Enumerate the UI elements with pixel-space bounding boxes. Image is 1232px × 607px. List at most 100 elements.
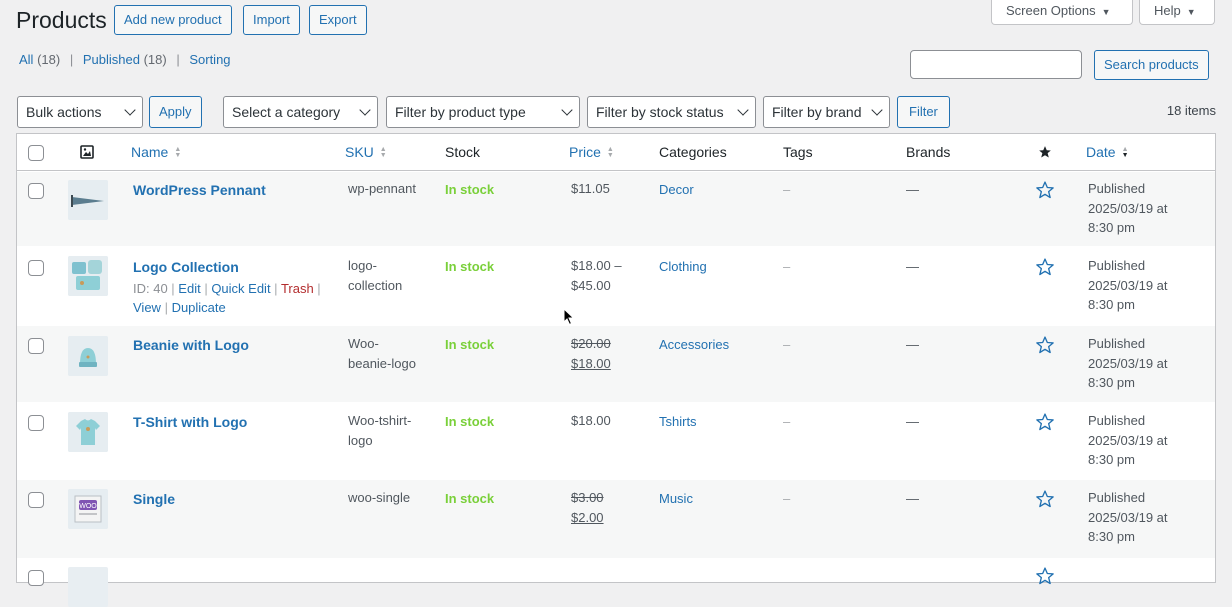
tags-value: – xyxy=(783,337,791,352)
row-checkbox[interactable] xyxy=(28,338,44,354)
chevron-down-icon xyxy=(871,104,883,116)
table-row: T-Shirt with Logo Woo-tshirt- logo In st… xyxy=(17,402,1215,480)
product-name-link[interactable]: T-Shirt with Logo xyxy=(133,414,247,430)
items-count: 18 items xyxy=(1166,103,1216,118)
bulk-actions-value: Bulk actions xyxy=(26,104,102,120)
table-row: Beanie with Logo Woo- beanie-logo In sto… xyxy=(17,326,1215,402)
table-row: WordPress Pennant wp-pennant In stock $1… xyxy=(17,172,1215,246)
featured-star-icon[interactable] xyxy=(1035,489,1055,509)
featured-star-icon[interactable] xyxy=(1035,257,1055,277)
brands-value: — xyxy=(906,491,919,506)
featured-column-icon xyxy=(1038,145,1052,162)
sku-line: collection xyxy=(348,277,403,293)
view-all-link[interactable]: All xyxy=(19,52,33,67)
date-cell: Published 2025/03/19 at 8:30 pm xyxy=(1088,488,1198,547)
select-all-checkbox[interactable] xyxy=(28,145,44,161)
search-input[interactable] xyxy=(910,50,1082,79)
product-name-link[interactable]: WordPress Pennant xyxy=(133,182,266,198)
pennant-image[interactable] xyxy=(68,180,108,220)
column-price[interactable]: Price ▲ ▼ xyxy=(569,144,614,160)
featured-star-icon[interactable] xyxy=(1035,335,1055,355)
category-select[interactable]: Select a category xyxy=(223,96,378,128)
featured-star-icon[interactable] xyxy=(1035,566,1055,586)
sale-price: $18.00 xyxy=(571,355,611,371)
date-cell: Published 2025/03/19 at 8:30 pm xyxy=(1088,334,1198,393)
edit-link[interactable]: Edit xyxy=(178,281,200,296)
category-link[interactable]: Music xyxy=(659,491,693,506)
product-image[interactable] xyxy=(68,567,108,607)
sku: logo- collection xyxy=(348,256,402,295)
sort-icon: ▲ ▼ xyxy=(606,146,614,160)
search-products-button[interactable]: Search products xyxy=(1094,50,1209,80)
date-cell: Published 2025/03/19 at 8:30 pm xyxy=(1088,179,1198,238)
sku-line: beanie-logo xyxy=(348,355,416,371)
category-link[interactable]: Clothing xyxy=(659,259,707,274)
screen-options-tab[interactable]: Screen Options ▼ xyxy=(991,0,1133,25)
import-button[interactable]: Import xyxy=(243,5,300,35)
product-type-value: Filter by product type xyxy=(395,104,526,120)
brands-value: — xyxy=(906,182,919,197)
regular-price: $3.00 xyxy=(571,490,604,505)
product-name-link[interactable]: Single xyxy=(133,491,175,507)
view-published-link[interactable]: Published xyxy=(83,52,140,67)
logo-collection-image[interactable] xyxy=(68,256,108,296)
featured-star-icon[interactable] xyxy=(1035,412,1055,432)
quick-edit-link[interactable]: Quick Edit xyxy=(211,281,270,296)
sku-line: Woo- xyxy=(348,336,379,351)
column-name[interactable]: Name ▲ ▼ xyxy=(131,144,181,160)
sort-desc-icon: ▲ ▼ xyxy=(1121,146,1129,160)
category-link[interactable]: Accessories xyxy=(659,337,729,352)
view-link[interactable]: View xyxy=(133,300,161,315)
stock-status-select[interactable]: Filter by stock status xyxy=(587,96,756,128)
brand-select[interactable]: Filter by brand xyxy=(763,96,890,128)
row-checkbox[interactable] xyxy=(28,570,44,586)
product-type-select[interactable]: Filter by product type xyxy=(386,96,580,128)
add-new-product-button[interactable]: Add new product xyxy=(114,5,232,35)
date-status: Published xyxy=(1088,490,1146,505)
column-date[interactable]: Date ▲ ▼ xyxy=(1086,144,1129,160)
view-sorting-link[interactable]: Sorting xyxy=(189,52,230,67)
price-line: $18.00 – xyxy=(571,258,622,273)
featured-star-icon[interactable] xyxy=(1035,180,1055,200)
column-sku[interactable]: SKU ▲ ▼ xyxy=(345,144,387,160)
price-line: $45.00 xyxy=(571,277,611,293)
sku: Woo- beanie-logo xyxy=(348,334,416,373)
category-link[interactable]: Tshirts xyxy=(659,414,697,429)
row-actions: ID: 40 | Edit | Quick Edit | Trash | xyxy=(133,281,321,296)
view-filters: All (18) | Published (18) | Sorting xyxy=(19,52,231,67)
product-name-link[interactable]: Logo Collection xyxy=(133,259,239,275)
category-value: Select a category xyxy=(232,104,341,120)
brands-value: — xyxy=(906,337,919,352)
row-checkbox[interactable] xyxy=(28,260,44,276)
tshirt-image[interactable] xyxy=(68,412,108,452)
category-link[interactable]: Decor xyxy=(659,182,694,197)
date-status: Published xyxy=(1088,181,1146,196)
sale-price: $2.00 xyxy=(571,509,604,525)
duplicate-link[interactable]: Duplicate xyxy=(172,300,226,315)
single-image[interactable]: WOO xyxy=(68,489,108,529)
date-value: 2025/03/19 at xyxy=(1088,200,1168,216)
table-row: Logo Collection ID: 40 | Edit | Quick Ed… xyxy=(17,246,1215,326)
bulk-actions-select[interactable]: Bulk actions xyxy=(17,96,143,128)
row-checkbox[interactable] xyxy=(28,183,44,199)
trash-link[interactable]: Trash xyxy=(281,281,314,296)
product-name-link[interactable]: Beanie with Logo xyxy=(133,337,249,353)
beanie-image[interactable] xyxy=(68,336,108,376)
chevron-down-icon xyxy=(359,104,371,116)
view-all-count: (18) xyxy=(37,52,61,67)
stock-status: In stock xyxy=(445,491,495,506)
export-button[interactable]: Export xyxy=(309,5,367,35)
filter-button[interactable]: Filter xyxy=(897,96,950,128)
column-categories: Categories xyxy=(659,144,727,160)
apply-button[interactable]: Apply xyxy=(149,96,202,128)
divider: | xyxy=(69,52,74,67)
help-tab[interactable]: Help ▼ xyxy=(1139,0,1215,25)
row-checkbox[interactable] xyxy=(28,415,44,431)
date-value: 2025/03/19 at xyxy=(1088,355,1168,371)
price: $18.00 – $45.00 xyxy=(571,256,622,295)
sku: woo-single xyxy=(348,490,411,505)
row-checkbox[interactable] xyxy=(28,492,44,508)
page-title: Products xyxy=(16,7,107,33)
table-header: Name ▲ ▼ SKU ▲ ▼ Stock Price ▲ ▼ Categories Ta… xyxy=(17,134,1215,171)
chevron-down-icon xyxy=(737,104,749,116)
